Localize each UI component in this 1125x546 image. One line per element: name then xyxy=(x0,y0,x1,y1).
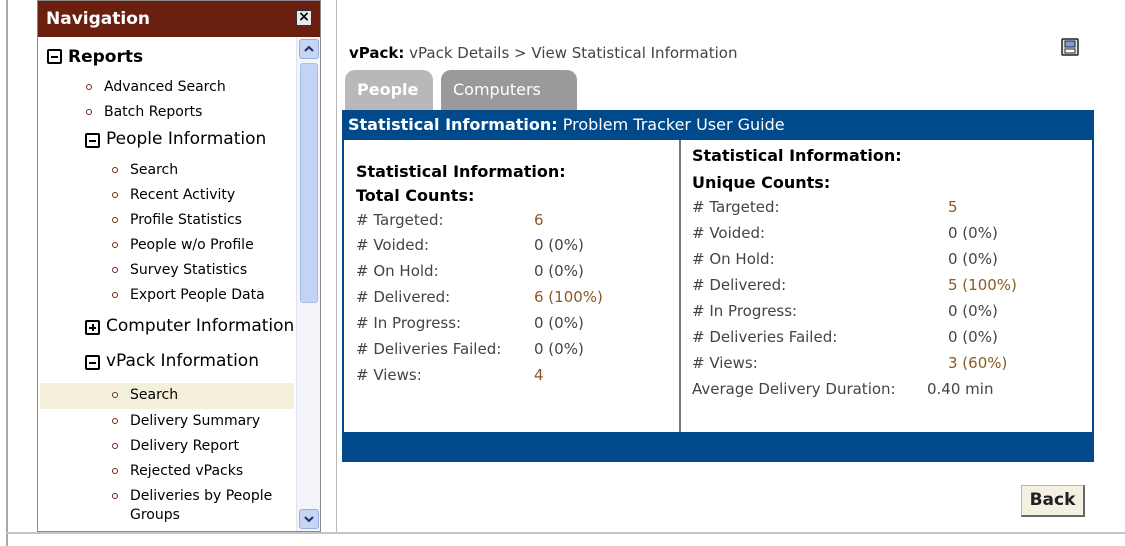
total-on-hold-label: # On Hold: xyxy=(356,262,439,280)
unique-voided-label: # Voided: xyxy=(692,224,766,242)
average-duration-value: 0.40 min xyxy=(927,380,994,398)
tree-item-vpack-search[interactable]: Search xyxy=(130,387,178,403)
breadcrumb-prefix: vPack: xyxy=(349,44,405,62)
scroll-up-icon[interactable] xyxy=(299,39,319,59)
unique-targeted-label: # Targeted: xyxy=(692,198,780,216)
main-content: vPack: vPack Details > View Statistical … xyxy=(336,0,1125,532)
column-divider xyxy=(679,140,681,432)
tree-item-people-search[interactable]: Search xyxy=(130,162,178,178)
close-icon[interactable]: × xyxy=(296,10,312,26)
average-duration-label: Average Delivery Duration: xyxy=(692,380,896,398)
tab-people[interactable]: People xyxy=(345,70,433,110)
bullet-icon xyxy=(86,109,92,115)
tree-item-recent-activity[interactable]: Recent Activity xyxy=(130,187,235,203)
tree-item-people-information[interactable]: People Information xyxy=(106,129,266,149)
tree-item-survey-statistics[interactable]: Survey Statistics xyxy=(130,262,247,278)
tree-item-computer-information[interactable]: Computer Information xyxy=(106,316,294,336)
unique-heading: Statistical Information: xyxy=(692,146,902,165)
scroll-down-icon[interactable] xyxy=(299,509,319,529)
total-deliveries-failed-value: 0 (0%) xyxy=(534,340,584,358)
tree-item-vpack-information[interactable]: vPack Information xyxy=(106,351,259,371)
tree-item-deliveries-by-people[interactable]: Deliveries by People xyxy=(130,488,272,504)
navigation-tree: Reports Advanced Search Batch Reports Pe… xyxy=(38,37,294,531)
tree-item-export-people-data[interactable]: Export People Data xyxy=(130,287,265,303)
unique-targeted-value: 5 xyxy=(948,198,958,216)
total-views-label: # Views: xyxy=(356,366,422,384)
total-voided-value: 0 (0%) xyxy=(534,236,584,254)
navigation-header: Navigation × xyxy=(38,1,320,37)
tree-item-batch-reports[interactable]: Batch Reports xyxy=(104,104,202,120)
unique-delivered-label: # Delivered: xyxy=(692,276,787,294)
navigation-panel: Navigation × Reports Advanced Search Bat… xyxy=(37,0,321,532)
navigation-title: Navigation xyxy=(46,9,150,29)
bullet-icon xyxy=(112,242,118,248)
bullet-icon xyxy=(112,493,118,499)
unique-subheading: Unique Counts: xyxy=(692,173,831,192)
total-delivered-value: 6 (100%) xyxy=(534,288,603,306)
tree-item-delivery-summary[interactable]: Delivery Summary xyxy=(130,413,260,429)
breadcrumb: vPack: vPack Details > View Statistical … xyxy=(349,44,737,62)
panel-title-bold: Statistical Information: xyxy=(348,115,558,134)
total-delivered-label: # Delivered: xyxy=(356,288,451,306)
total-voided-label: # Voided: xyxy=(356,236,430,254)
bullet-icon xyxy=(112,167,118,173)
bullet-icon xyxy=(112,192,118,198)
unique-on-hold-value: 0 (0%) xyxy=(948,250,998,268)
navigation-scrollbar[interactable] xyxy=(296,37,320,531)
unique-views-value: 3 (60%) xyxy=(948,354,1008,372)
unique-in-progress-label: # In Progress: xyxy=(692,302,798,320)
total-targeted-value: 6 xyxy=(534,211,544,229)
total-in-progress-label: # In Progress: xyxy=(356,314,462,332)
collapse-icon[interactable] xyxy=(47,49,62,64)
bullet-icon xyxy=(112,267,118,273)
tree-item-advanced-search[interactable]: Advanced Search xyxy=(104,79,226,95)
scrollbar-thumb[interactable] xyxy=(300,63,318,303)
tree-item-delivery-report[interactable]: Delivery Report xyxy=(130,438,239,454)
panel-footer xyxy=(342,432,1094,462)
breadcrumb-path[interactable]: vPack Details > View Statistical Informa… xyxy=(409,44,737,62)
collapse-icon[interactable] xyxy=(85,133,100,148)
panel-title-name: Problem Tracker User Guide xyxy=(562,115,785,134)
tree-item-groups-continuation[interactable]: Groups xyxy=(130,507,180,523)
bullet-icon xyxy=(86,84,92,90)
total-deliveries-failed-label: # Deliveries Failed: xyxy=(356,340,502,358)
unique-views-label: # Views: xyxy=(692,354,758,372)
unique-deliveries-failed-label: # Deliveries Failed: xyxy=(692,328,838,346)
tree-item-profile-statistics[interactable]: Profile Statistics xyxy=(130,212,242,228)
panel-header: Statistical Information: Problem Tracker… xyxy=(342,110,1094,140)
print-icon[interactable] xyxy=(1061,38,1079,56)
total-views-value: 4 xyxy=(534,366,544,384)
total-heading: Statistical Information: xyxy=(356,162,566,181)
back-button[interactable]: Back xyxy=(1021,485,1085,517)
statistics-panel: Statistical Information: Total Counts: #… xyxy=(342,140,1094,432)
unique-delivered-value: 5 (100%) xyxy=(948,276,1017,294)
tab-computers[interactable]: Computers xyxy=(441,70,577,110)
bullet-icon xyxy=(112,468,118,474)
total-targeted-label: # Targeted: xyxy=(356,211,444,229)
unique-in-progress-value: 0 (0%) xyxy=(948,302,998,320)
bullet-icon xyxy=(112,418,118,424)
tree-item-rejected-vpacks[interactable]: Rejected vPacks xyxy=(130,463,243,479)
unique-voided-value: 0 (0%) xyxy=(948,224,998,242)
unique-deliveries-failed-value: 0 (0%) xyxy=(948,328,998,346)
tree-item-people-without-profile[interactable]: People w/o Profile xyxy=(130,237,254,253)
total-on-hold-value: 0 (0%) xyxy=(534,262,584,280)
expand-icon[interactable] xyxy=(85,320,100,335)
tree-item-reports[interactable]: Reports xyxy=(68,47,143,67)
bullet-icon xyxy=(112,292,118,298)
total-subheading: Total Counts: xyxy=(356,186,475,205)
window-left-border xyxy=(6,0,8,546)
total-in-progress-value: 0 (0%) xyxy=(534,314,584,332)
unique-on-hold-label: # On Hold: xyxy=(692,250,775,268)
window-bottom-border xyxy=(6,532,1125,534)
bullet-icon xyxy=(112,217,118,223)
collapse-icon[interactable] xyxy=(85,355,100,370)
bullet-icon xyxy=(112,443,118,449)
bullet-icon xyxy=(112,392,118,398)
